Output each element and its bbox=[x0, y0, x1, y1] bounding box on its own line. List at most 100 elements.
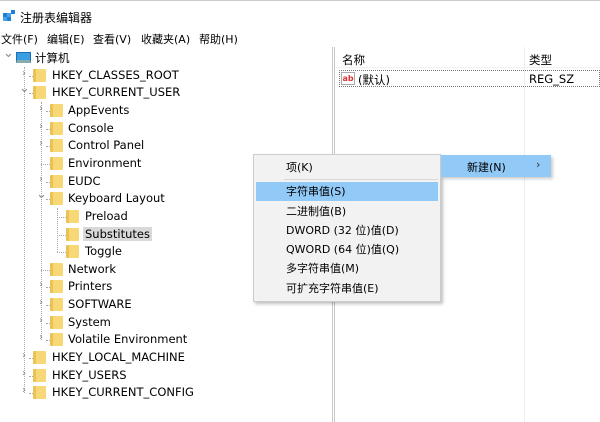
folder-icon bbox=[33, 368, 46, 382]
chevron-right-icon[interactable]: › bbox=[19, 368, 29, 379]
tree-node[interactable]: ⌄ 计算机 bbox=[0, 46, 330, 66]
tree-node-label: Substitutes bbox=[83, 226, 152, 241]
tree-connector bbox=[57, 216, 66, 218]
menu-view[interactable]: 查看(V) bbox=[93, 31, 131, 47]
menu-file[interactable]: 文件(F) bbox=[1, 31, 38, 47]
folder-icon bbox=[50, 333, 63, 347]
chevron-right-icon[interactable]: › bbox=[36, 138, 46, 149]
window-title: 注册表编辑器 bbox=[20, 11, 93, 25]
menu-item-new[interactable]: 新建(N) › bbox=[441, 155, 551, 177]
tree-node-label: HKEY_LOCAL_MACHINE bbox=[52, 350, 185, 365]
tree-node-label: HKEY_CURRENT_CONFIG bbox=[52, 385, 194, 400]
tree-node[interactable]: ⌄ HKEY_CURRENT_USER bbox=[0, 81, 330, 101]
folder-icon bbox=[50, 262, 63, 276]
menu-item-multi-string-value[interactable]: 多字符串值(M) bbox=[256, 259, 438, 278]
tree-connector bbox=[41, 269, 50, 271]
folder-icon bbox=[66, 227, 79, 241]
folder-icon bbox=[33, 68, 46, 82]
chevron-right-icon[interactable]: › bbox=[36, 279, 46, 290]
tree-node[interactable]: › Control Panel bbox=[0, 137, 330, 154]
menu-separator bbox=[284, 179, 438, 180]
value-name: (默认) bbox=[358, 73, 390, 87]
chevron-right-icon[interactable]: › bbox=[36, 121, 46, 132]
value-type: REG_SZ bbox=[529, 72, 575, 86]
tree-node-label: AppEvents bbox=[68, 102, 130, 117]
tree-node-label: HKEY_CURRENT_USER bbox=[52, 85, 181, 100]
folder-icon bbox=[66, 209, 79, 223]
menu-help[interactable]: 帮助(H) bbox=[199, 31, 238, 47]
chevron-right-icon[interactable]: › bbox=[36, 332, 46, 343]
tree-node-label: Volatile Environment bbox=[68, 332, 188, 347]
folder-icon bbox=[50, 174, 63, 188]
menu-item-binary-value[interactable]: 二进制值(B) bbox=[256, 202, 438, 221]
folder-icon bbox=[50, 121, 63, 135]
tree-node-label: HKEY_CLASSES_ROOT bbox=[52, 67, 179, 82]
tree-node[interactable]: › HKEY_USERS bbox=[0, 367, 330, 384]
chevron-right-icon[interactable]: › bbox=[36, 315, 46, 326]
chevron-down-icon[interactable]: ⌄ bbox=[36, 187, 47, 202]
computer-icon bbox=[16, 52, 31, 63]
folder-icon bbox=[50, 280, 63, 294]
tree-node[interactable]: › HKEY_LOCAL_MACHINE bbox=[0, 349, 330, 366]
registry-editor-icon bbox=[3, 10, 15, 21]
menu-edit[interactable]: 编辑(E) bbox=[47, 31, 85, 47]
value-row[interactable]: ab (默认) REG_SZ bbox=[339, 70, 600, 87]
tree-node-label: SOFTWARE bbox=[68, 297, 132, 312]
header-divider bbox=[335, 67, 600, 68]
chevron-right-icon[interactable]: › bbox=[19, 350, 29, 361]
tree-node-label: 计算机 bbox=[35, 51, 70, 65]
folder-icon bbox=[66, 245, 79, 259]
tree-node-label: System bbox=[68, 314, 111, 329]
column-header-type[interactable]: 类型 bbox=[529, 52, 552, 68]
chevron-right-icon[interactable]: › bbox=[36, 174, 46, 185]
string-value-icon: ab bbox=[341, 72, 355, 85]
folder-icon bbox=[50, 103, 63, 117]
chevron-down-icon[interactable]: ⌄ bbox=[19, 81, 30, 96]
tree-node[interactable]: › System bbox=[0, 314, 330, 331]
menu-bar: 文件(F) 编辑(E) 查看(V) 收藏夹(A) 帮助(H) bbox=[0, 30, 600, 46]
menu-item-expandable-string-value[interactable]: 可扩充字符串值(E) bbox=[256, 279, 438, 298]
title-bar: 注册表编辑器 bbox=[0, 0, 600, 30]
folder-icon bbox=[33, 86, 46, 100]
menu-item-dword-value[interactable]: DWORD (32 位)值(D) bbox=[256, 221, 438, 240]
tree-node-label: HKEY_USERS bbox=[52, 367, 127, 382]
folder-icon bbox=[50, 298, 63, 312]
tree-node-label: EUDC bbox=[68, 173, 101, 188]
new-submenu: 项(K) 字符串值(S) 二进制值(B) DWORD (32 位)值(D) QW… bbox=[253, 154, 441, 302]
folder-icon bbox=[50, 315, 63, 329]
tree-connector bbox=[57, 234, 66, 236]
tree-node[interactable]: › Console bbox=[0, 120, 330, 137]
chevron-right-icon[interactable]: › bbox=[36, 103, 46, 114]
menu-item-key[interactable]: 项(K) bbox=[256, 158, 438, 177]
folder-icon bbox=[50, 156, 63, 170]
menu-favorites[interactable]: 收藏夹(A) bbox=[141, 31, 190, 47]
chevron-down-icon[interactable]: ⌄ bbox=[3, 46, 14, 61]
tree-node[interactable]: › HKEY_CLASSES_ROOT bbox=[0, 67, 330, 84]
tree-node-label: Toggle bbox=[85, 244, 122, 259]
tree-node-label: Environment bbox=[68, 155, 142, 170]
column-header-name[interactable]: 名称 bbox=[342, 52, 365, 68]
tree-node-label: Console bbox=[68, 120, 114, 135]
column-divider[interactable] bbox=[524, 47, 525, 422]
folder-icon bbox=[33, 386, 46, 400]
tree-node-label: Preload bbox=[85, 208, 128, 223]
tree-node[interactable]: › Volatile Environment bbox=[0, 331, 330, 348]
chevron-right-icon[interactable]: › bbox=[19, 385, 29, 396]
folder-icon bbox=[33, 351, 46, 365]
chevron-right-icon[interactable]: › bbox=[19, 68, 29, 79]
menu-item-qword-value[interactable]: QWORD (64 位)值(Q) bbox=[256, 240, 438, 259]
tree-node[interactable]: › AppEvents bbox=[0, 102, 330, 119]
tree-connector bbox=[57, 252, 66, 254]
menu-item-new-label: 新建(N) bbox=[467, 161, 506, 174]
folder-icon bbox=[50, 139, 63, 153]
tree-connector bbox=[41, 163, 50, 165]
chevron-right-icon[interactable]: › bbox=[36, 297, 46, 308]
menu-item-string-value[interactable]: 字符串值(S) bbox=[256, 182, 438, 201]
tree-node[interactable]: › HKEY_CURRENT_CONFIG bbox=[0, 384, 330, 401]
tree-node-label: Printers bbox=[68, 279, 113, 294]
tree-node-label: Control Panel bbox=[68, 138, 145, 153]
tree-node-label: Network bbox=[68, 261, 117, 276]
folder-icon bbox=[50, 192, 63, 206]
tree-node-label: Keyboard Layout bbox=[68, 191, 165, 206]
chevron-right-icon: › bbox=[536, 158, 541, 171]
